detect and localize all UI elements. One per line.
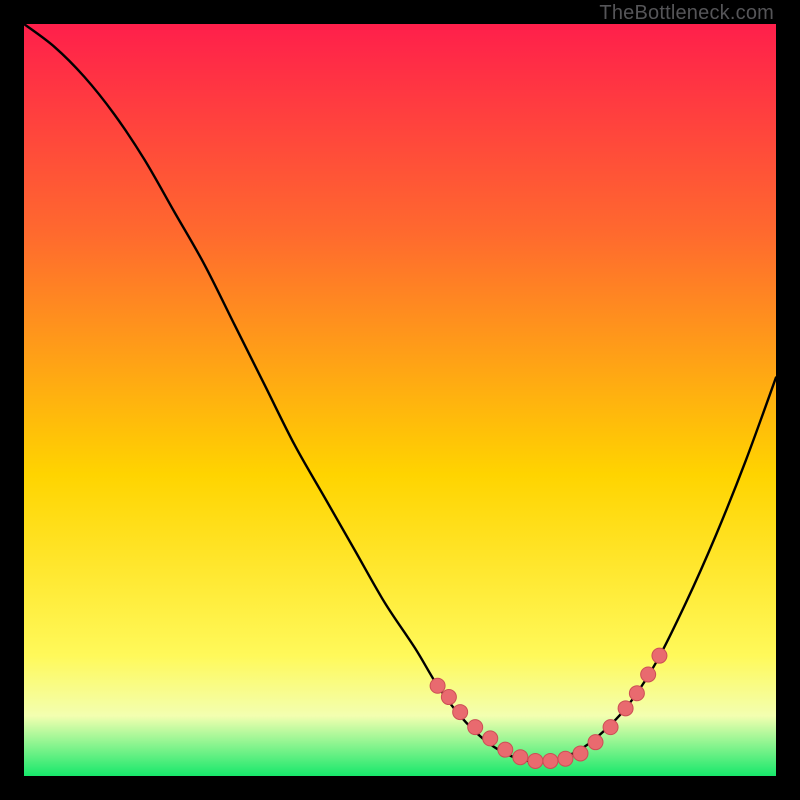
highlight-dot [629,686,644,701]
highlight-dot [652,648,667,663]
highlight-dot [468,720,483,735]
bottleneck-chart [24,24,776,776]
highlight-dot [528,753,543,768]
highlight-dot [588,735,603,750]
highlight-dot [483,731,498,746]
chart-background-gradient [24,24,776,776]
highlight-dot [573,746,588,761]
highlight-dot [441,690,456,705]
highlight-dot [498,742,513,757]
chart-frame [24,24,776,776]
highlight-dot [641,667,656,682]
highlight-dot [543,753,558,768]
highlight-dot [618,701,633,716]
highlight-dot [453,705,468,720]
highlight-dot [603,720,618,735]
highlight-dot [430,678,445,693]
watermark-text: TheBottleneck.com [599,2,774,25]
highlight-dot [513,750,528,765]
highlight-dot [558,751,573,766]
